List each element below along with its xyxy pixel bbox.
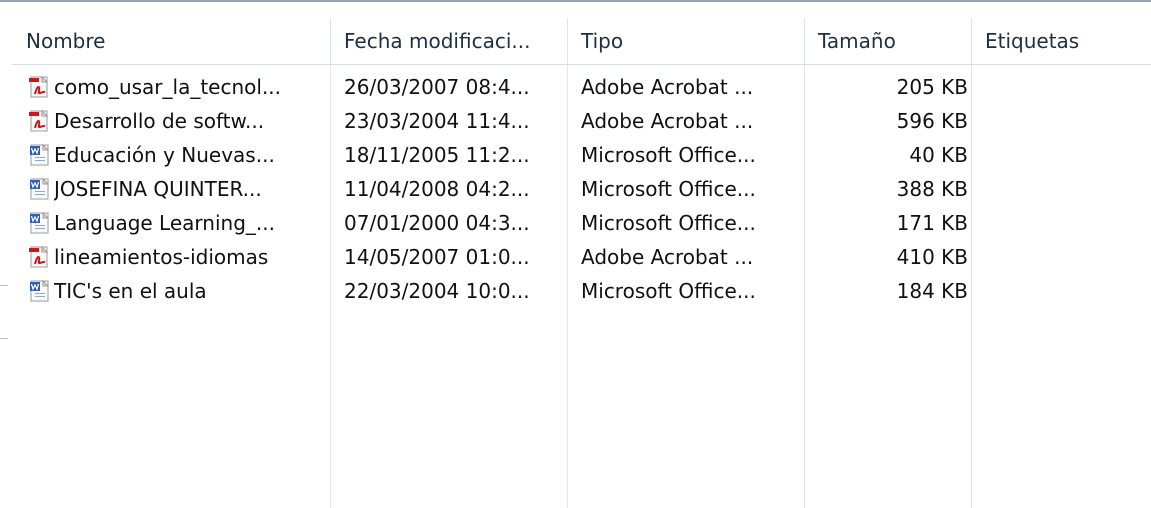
column-header-bar: Nombre Fecha modificaci... Tipo Tamaño E…	[12, 18, 1151, 65]
file-type: Microsoft Office...	[581, 143, 756, 167]
pdf-file-icon	[28, 76, 52, 98]
file-row[interactable]: JOSEFINA QUINTER... 11/04/2008 04:2... M…	[12, 172, 1151, 206]
file-date: 22/03/2004 10:0...	[344, 279, 530, 303]
file-size: 171 KB	[896, 211, 968, 235]
file-name: como_usar_la_tecnol...	[54, 75, 282, 99]
word-file-icon	[28, 178, 52, 200]
file-date: 07/01/2000 04:3...	[344, 211, 530, 235]
column-header-date[interactable]: Fecha modificaci...	[330, 18, 567, 64]
file-name: Desarrollo de softw...	[54, 109, 265, 133]
file-size: 596 KB	[896, 109, 968, 133]
file-name: TIC's en el aula	[54, 279, 207, 303]
file-date: 11/04/2008 04:2...	[344, 177, 530, 201]
left-edge-tick	[0, 285, 8, 286]
file-name-cell[interactable]: JOSEFINA QUINTER...	[28, 172, 332, 206]
file-name-cell[interactable]: Language Learning_...	[28, 206, 332, 240]
file-type: Microsoft Office...	[581, 211, 756, 235]
pdf-file-icon	[28, 110, 52, 132]
column-header-size[interactable]: Tamaño	[804, 18, 971, 64]
file-name: Language Learning_...	[54, 211, 275, 235]
file-type: Microsoft Office...	[581, 279, 756, 303]
file-name: lineamientos-idiomas	[54, 245, 269, 269]
file-date: 23/03/2004 11:4...	[344, 109, 530, 133]
file-type: Microsoft Office...	[581, 177, 756, 201]
column-header-tags[interactable]: Etiquetas	[971, 18, 1151, 64]
file-date: 14/05/2007 01:0...	[344, 245, 530, 269]
file-name: Educación y Nuevas...	[54, 143, 275, 167]
file-explorer-list: Nombre Fecha modificaci... Tipo Tamaño E…	[0, 0, 1151, 508]
file-size: 205 KB	[896, 75, 968, 99]
file-row[interactable]: Educación y Nuevas... 18/11/2005 11:2...…	[12, 138, 1151, 172]
file-row[interactable]: lineamientos-idiomas 14/05/2007 01:0... …	[12, 240, 1151, 274]
word-file-icon	[28, 280, 52, 302]
file-type: Adobe Acrobat ...	[581, 245, 754, 269]
word-file-icon	[28, 144, 52, 166]
file-list: como_usar_la_tecnol... 26/03/2007 08:4..…	[12, 70, 1151, 308]
file-name-cell[interactable]: lineamientos-idiomas	[28, 240, 332, 274]
file-name-cell[interactable]: Educación y Nuevas...	[28, 138, 332, 172]
file-name-cell[interactable]: TIC's en el aula	[28, 274, 332, 308]
file-row[interactable]: como_usar_la_tecnol... 26/03/2007 08:4..…	[12, 70, 1151, 104]
file-type: Adobe Acrobat ...	[581, 75, 754, 99]
file-name: JOSEFINA QUINTER...	[54, 177, 262, 201]
file-size: 388 KB	[896, 177, 968, 201]
left-edge-tick	[0, 338, 8, 339]
column-header-type[interactable]: Tipo	[567, 18, 804, 64]
file-name-cell[interactable]: como_usar_la_tecnol...	[28, 70, 332, 104]
file-name-cell[interactable]: Desarrollo de softw...	[28, 104, 332, 138]
file-date: 18/11/2005 11:2...	[344, 143, 530, 167]
pdf-file-icon	[28, 246, 52, 268]
file-size: 184 KB	[896, 279, 968, 303]
word-file-icon	[28, 212, 52, 234]
file-row[interactable]: TIC's en el aula 22/03/2004 10:0... Micr…	[12, 274, 1151, 308]
file-type: Adobe Acrobat ...	[581, 109, 754, 133]
file-date: 26/03/2007 08:4...	[344, 75, 530, 99]
file-row[interactable]: Language Learning_... 07/01/2000 04:3...…	[12, 206, 1151, 240]
file-size: 40 KB	[909, 143, 968, 167]
file-row[interactable]: Desarrollo de softw... 23/03/2004 11:4..…	[12, 104, 1151, 138]
column-header-name[interactable]: Nombre	[12, 18, 330, 64]
window-top-border	[0, 0, 1151, 2]
file-size: 410 KB	[896, 245, 968, 269]
